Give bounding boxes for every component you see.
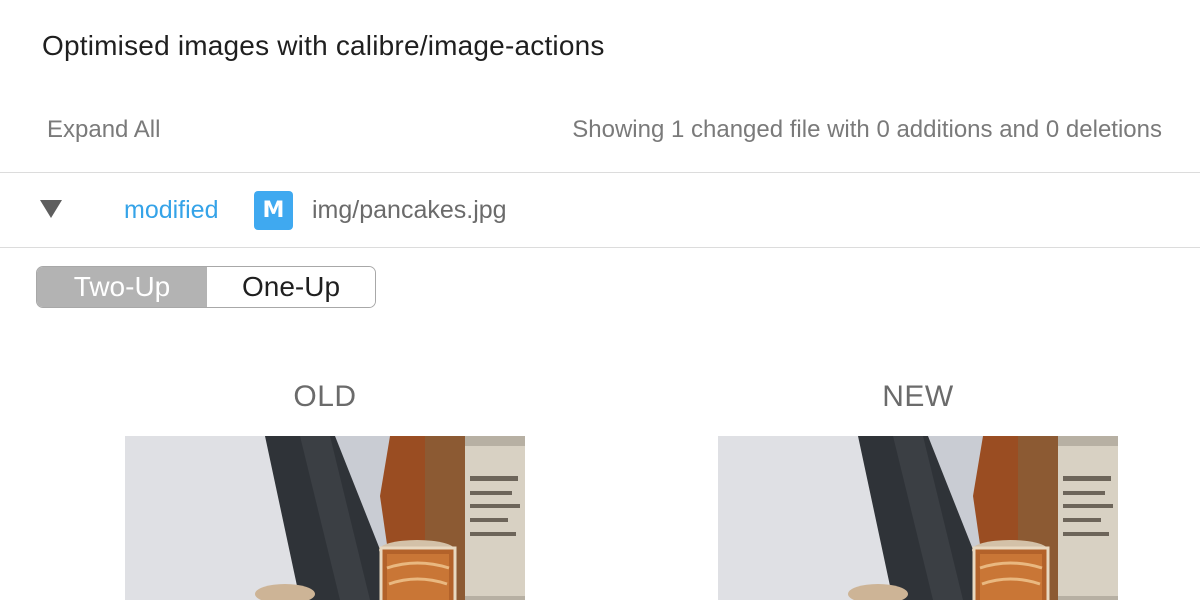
- old-image-label: OLD: [293, 380, 357, 413]
- view-mode-toggle: Two-Up One-Up: [36, 266, 376, 308]
- two-up-toggle-option[interactable]: Two-Up: [37, 267, 207, 307]
- new-image-preview: [718, 436, 1118, 600]
- file-path[interactable]: img/pancakes.jpg: [312, 196, 507, 225]
- one-up-toggle-option[interactable]: One-Up: [207, 267, 375, 307]
- diff-summary: Showing 1 changed file with 0 additions …: [572, 116, 1162, 143]
- old-image-preview: [125, 436, 525, 600]
- file-header-row[interactable]: modified M img/pancakes.jpg: [0, 174, 1200, 246]
- file-status-label: modified: [124, 196, 219, 224]
- new-image-label: NEW: [882, 380, 954, 413]
- page-title: Optimised images with calibre/image-acti…: [42, 30, 605, 61]
- divider: [0, 247, 1200, 248]
- modified-badge: M: [254, 191, 293, 230]
- caret-down-icon[interactable]: [40, 200, 62, 218]
- divider: [0, 172, 1200, 173]
- diff-toolbar: Expand All Showing 1 changed file with 0…: [0, 110, 1200, 154]
- expand-all-button[interactable]: Expand All: [47, 116, 160, 144]
